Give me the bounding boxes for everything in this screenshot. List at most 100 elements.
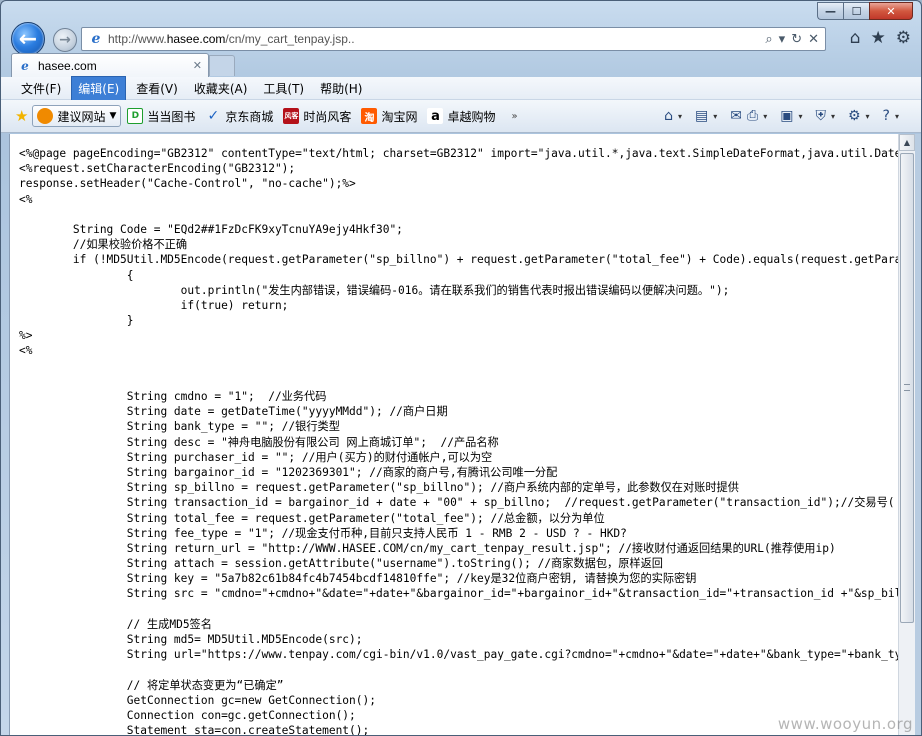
chevron-down-icon: ▼ <box>109 111 117 121</box>
vertical-scrollbar[interactable]: ▲ <box>898 134 915 735</box>
url-host: hasee.com <box>166 32 226 46</box>
forward-arrow-icon: → <box>59 32 71 48</box>
window-frame-right <box>915 134 921 735</box>
fav-item-label: 卓越购物 <box>447 109 496 124</box>
menu-help[interactable]: 帮助(H) <box>314 77 368 100</box>
fav-item-jd[interactable]: ✓ 京东商城 <box>205 108 274 125</box>
dangdang-icon: D <box>127 108 144 124</box>
menu-favorites[interactable]: 收藏夹(A) <box>188 77 254 100</box>
scrollbar-grip <box>904 384 910 391</box>
code-line: // 将定单状态变更为“已确定” <box>19 678 284 692</box>
menu-tools[interactable]: 工具(T) <box>257 77 310 100</box>
favorites-bar: ★ 建议网站 ▼ D 当当图书 ✓ 京东商城 风客 时尚风客 淘 淘宝网 a 卓… <box>1 100 921 133</box>
code-line: String purchaser_id = ""; //用户(买方)的财付通帐户… <box>19 450 493 464</box>
code-line: String transaction_id = bargainor_id + d… <box>19 496 895 510</box>
suggested-sites-label: 建议网站 <box>57 109 106 124</box>
minimize-button[interactable]: — <box>817 2 843 20</box>
caption-buttons: — ☐ ✕ <box>817 2 913 20</box>
feeds-dropdown-icon[interactable]: ▾ <box>713 112 717 121</box>
browser-window: — ☐ ✕ ← → e http://www.hasee.com/cn/my_c… <box>0 0 922 736</box>
forward-button[interactable]: → <box>53 28 77 52</box>
code-line: String date = getDateTime("yyyyMMdd"); /… <box>19 405 448 419</box>
safety-icon[interactable]: ⛨ <box>815 108 826 124</box>
back-button[interactable]: ← <box>11 22 45 56</box>
code-line: String fee_type = "1"; //现金支付币种,目前只支持人民币… <box>19 526 627 540</box>
maximize-button[interactable]: ☐ <box>843 2 869 20</box>
code-line: if (!MD5Util.MD5Encode(request.getParame… <box>19 253 898 267</box>
favorites-star-icon[interactable]: ★ <box>15 107 28 125</box>
search-icon[interactable]: ⌕ <box>765 32 772 47</box>
tab-close-icon[interactable]: ✕ <box>193 59 202 72</box>
nav-right-icons: ⌂ ★ ⚙ <box>850 28 911 48</box>
code-line: String cmdno = "1"; //业务代码 <box>19 390 327 403</box>
tools-dropdown-icon[interactable]: ▾ <box>866 112 870 121</box>
code-line: String total_fee = request.getParameter(… <box>19 511 605 525</box>
source-code-view: <%@page pageEncoding="GB2312" contentTyp… <box>10 134 898 735</box>
menu-edit[interactable]: 编辑(E) <box>71 75 127 101</box>
shishang-icon: 风客 <box>283 108 300 124</box>
page-content: <%@page pageEncoding="GB2312" contentTyp… <box>9 134 898 735</box>
print-icon[interactable]: ⎙ <box>747 108 758 124</box>
address-bar-icons: ⌕ ▾ ↻ ✕ <box>765 32 825 47</box>
code-line: out.println("发生内部错误，错误编码-016。请在联系我们的销售代表… <box>19 283 730 297</box>
print-dropdown-icon[interactable]: ▾ <box>763 112 767 121</box>
jd-icon: ✓ <box>207 108 220 124</box>
home-cmd-icon[interactable]: ⌂ <box>664 108 673 124</box>
stop-icon[interactable]: ✕ <box>808 32 819 47</box>
favorites-star-icon[interactable]: ★ <box>871 28 886 48</box>
tab-hasee[interactable]: e hasee.com ✕ <box>11 53 209 77</box>
new-tab-button[interactable] <box>209 55 235 76</box>
help-dropdown-icon[interactable]: ▾ <box>895 112 899 121</box>
code-line: { <box>19 268 134 282</box>
command-bar: ⌂ ▾ ▤ ▾ ✉ ⎙ ▾ ▣ ▾ ⛨ ▾ ⚙ ▾ ? ▾ <box>664 108 921 124</box>
page-icon[interactable]: ▣ <box>780 108 793 124</box>
favorites-overflow-chevron-icon[interactable]: » <box>511 111 517 122</box>
code-line: } <box>19 314 134 328</box>
code-line: if(true) return; <box>19 298 289 312</box>
code-line: String sp_billno = request.getParameter(… <box>19 481 739 495</box>
menu-view[interactable]: 查看(V) <box>130 77 184 100</box>
url-suffix: /cn/my_cart_tenpay.jsp.. <box>225 32 355 46</box>
menu-file[interactable]: 文件(F) <box>15 77 67 100</box>
tools-icon[interactable]: ⚙ <box>848 108 861 124</box>
code-line: String Code = "EQd2##1FzDcFK9xyTcnuYA9ej… <box>19 222 403 236</box>
suggested-sites-button[interactable]: 建议网站 ▼ <box>32 105 122 127</box>
address-url[interactable]: http://www.hasee.com/cn/my_cart_tenpay.j… <box>108 32 355 46</box>
watermark: www.wooyun.org <box>777 715 913 733</box>
fav-item-dangdang[interactable]: D 当当图书 <box>127 108 195 125</box>
tab-label: hasee.com <box>38 58 97 73</box>
code-line: //如果校验价格不正确 <box>19 238 188 252</box>
safety-dropdown-icon[interactable]: ▾ <box>831 112 835 121</box>
address-bar[interactable]: e http://www.hasee.com/cn/my_cart_tenpay… <box>81 27 826 51</box>
scroll-up-arrow-icon[interactable]: ▲ <box>899 134 915 151</box>
tools-gear-icon[interactable]: ⚙ <box>896 28 911 48</box>
code-line: response.setHeader("Cache-Control", "no-… <box>19 177 356 191</box>
code-line: String key = "5a7b82c61b84fc4b7454bcdf14… <box>19 572 697 586</box>
fav-item-amazon[interactable]: a 卓越购物 <box>427 108 495 125</box>
home-dropdown-icon[interactable]: ▾ <box>678 112 682 121</box>
home-icon[interactable]: ⌂ <box>850 28 861 48</box>
help-icon[interactable]: ? <box>883 108 890 124</box>
page-dropdown-icon[interactable]: ▾ <box>798 112 802 121</box>
suggested-sites-icon <box>37 108 54 124</box>
close-window-button[interactable]: ✕ <box>869 2 913 20</box>
dropdown-icon[interactable]: ▾ <box>779 32 786 47</box>
refresh-icon[interactable]: ↻ <box>791 32 802 47</box>
tab-bar: e hasee.com ✕ <box>1 53 921 77</box>
taobao-icon: 淘 <box>361 108 378 124</box>
feeds-icon[interactable]: ▤ <box>695 108 708 124</box>
code-line: String bank_type = ""; //银行类型 <box>19 420 340 434</box>
fav-item-taobao[interactable]: 淘 淘宝网 <box>361 108 417 125</box>
scrollbar-thumb[interactable] <box>900 153 914 623</box>
code-line: Connection con=gc.getConnection(); <box>19 708 356 722</box>
fav-item-shishang[interactable]: 风客 时尚风客 <box>283 108 351 125</box>
ie-tab-icon: e <box>21 58 29 73</box>
mail-icon[interactable]: ✉ <box>730 108 742 124</box>
fav-item-label: 当当图书 <box>147 109 196 124</box>
code-line: <% <box>19 192 33 206</box>
code-line: String desc = "神舟电脑股份有限公司 网上商城订单"; //产品名… <box>19 435 499 449</box>
